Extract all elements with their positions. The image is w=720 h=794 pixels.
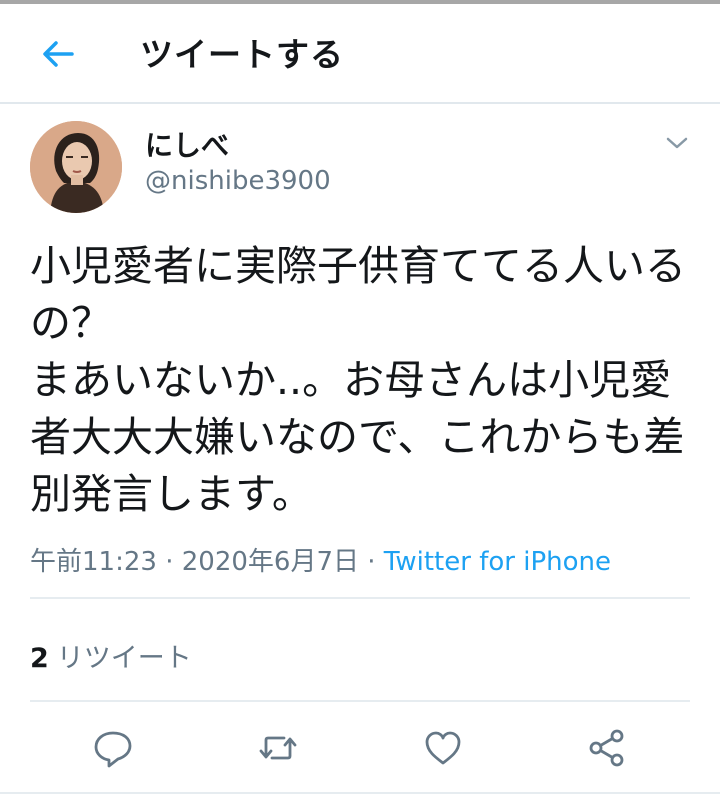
- retweet-stats[interactable]: 2 リツイート: [30, 636, 192, 675]
- like-button[interactable]: [421, 726, 465, 770]
- divider: [30, 700, 690, 702]
- tweet-meta: 午前11:23 · 2020年6月7日 · Twitter for iPhone: [30, 541, 611, 578]
- chevron-down-icon: [666, 137, 688, 149]
- meta-separator: ·: [165, 547, 174, 577]
- retweet-count: 2: [30, 643, 49, 674]
- tweet-text: 小児愛者に実際子供育ててる人いるの？ まあいないか..。お母さんは小児愛者大大大…: [30, 242, 686, 518]
- meta-separator: ·: [367, 547, 376, 577]
- share-button[interactable]: [585, 726, 629, 770]
- user-handle[interactable]: @nishibe3900: [145, 166, 331, 196]
- back-button[interactable]: [38, 36, 78, 72]
- avatar[interactable]: [30, 121, 122, 213]
- tweet-source-link[interactable]: Twitter for iPhone: [384, 547, 611, 577]
- like-icon: [425, 731, 461, 765]
- arrow-left-icon: [43, 41, 74, 67]
- share-icon: [589, 729, 624, 767]
- tweet-time: 午前11:23: [30, 547, 157, 577]
- tweet-date: 2020年6月7日: [181, 547, 359, 577]
- reply-button[interactable]: [91, 726, 135, 770]
- profile-portrait-icon: [30, 121, 122, 213]
- retweet-label: リツイート: [56, 643, 192, 674]
- top-bar: ツイートする: [0, 4, 720, 104]
- retweet-icon: [259, 736, 297, 760]
- page-title: ツイートする: [140, 35, 344, 74]
- more-options-button[interactable]: [660, 130, 694, 156]
- retweet-button[interactable]: [256, 726, 300, 770]
- display-name[interactable]: にしべ: [145, 124, 229, 164]
- reply-icon: [94, 731, 132, 768]
- divider: [30, 597, 690, 599]
